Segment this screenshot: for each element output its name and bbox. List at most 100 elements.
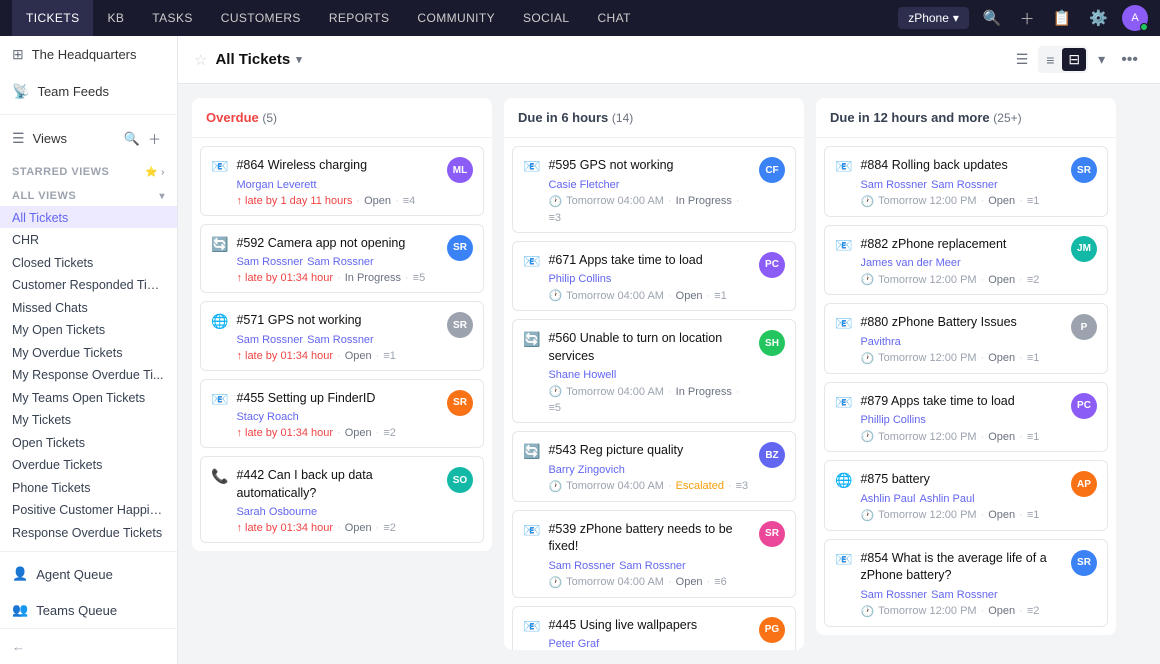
ticket-875-assignee1[interactable]: Ashlin Paul [860,493,915,505]
kanban-view-button[interactable]: ⊟ [1062,48,1086,71]
ticket-875-time: Tomorrow 12:00 PM [878,509,976,521]
ticket-864-icon: 📧 [211,158,228,175]
all-tickets-dropdown[interactable]: All Tickets ▾ [215,51,301,68]
ticket-560-assignee[interactable]: Shane Howell [548,369,616,381]
zphone-chevron: ▾ [953,11,959,25]
ticket-543[interactable]: 🔄 #543 Reg picture quality Barry Zingovi… [512,431,796,502]
sidebar-teams-queue[interactable]: 👥 Teams Queue [0,592,177,628]
ticket-571-assignee1[interactable]: Sam Rossner [236,334,303,346]
ticket-854-assignee2[interactable]: Sam Rossner [931,589,998,601]
ticket-875[interactable]: 🌐 #875 battery Ashlin Paul Ashlin Paul 🕐… [824,460,1108,531]
due12-cards: 📧 #884 Rolling back updates Sam Rossner … [816,138,1116,635]
all-views-chevron[interactable]: ▾ [159,191,165,202]
ticket-884-assignee1[interactable]: Sam Rossner [860,179,927,191]
ticket-571-assignee2[interactable]: Sam Rossner [307,334,374,346]
ticket-884-assignee2[interactable]: Sam Rossner [931,179,998,191]
nav-tab-reports[interactable]: REPORTS [315,0,404,36]
sidebar-team-feeds[interactable]: 📡 Team Feeds [0,73,177,110]
sidebar-item-all-tickets[interactable]: All Tickets [0,206,177,228]
sidebar-item-my-overdue-tickets[interactable]: My Overdue Tickets [0,341,177,363]
ticket-880[interactable]: 📧 #880 zPhone Battery Issues Pavithra 🕐 … [824,303,1108,374]
ticket-445[interactable]: 📧 #445 Using live wallpapers Peter Graf … [512,606,796,651]
column-due12: Due in 12 hours and more (25+) 📧 #884 Ro… [816,98,1116,635]
ticket-455-assignee[interactable]: Stacy Roach [236,411,298,423]
list-view-button[interactable]: ☰ [1012,47,1033,72]
search-button[interactable]: 🔍 [979,5,1006,31]
ticket-539-title: #539 zPhone battery needs to be fixed! [548,521,751,556]
add-view-button[interactable]: ＋ [144,127,165,150]
ticket-671-assignee[interactable]: Philip Collins [548,273,611,285]
ticket-854-assignee1[interactable]: Sam Rossner [860,589,927,601]
ticket-854[interactable]: 📧 #854 What is the average life of a zPh… [824,539,1108,627]
view-options-button[interactable]: ▾ [1094,47,1109,72]
star-button[interactable]: ☆ [194,51,207,69]
ticket-571[interactable]: 🌐 #571 GPS not working Sam Rossner Sam R… [200,301,484,371]
ticket-455[interactable]: 📧 #455 Setting up FinderID Stacy Roach ↑… [200,379,484,449]
ticket-671-title: #671 Apps take time to load [548,252,751,270]
nav-tab-customers[interactable]: CUSTOMERS [207,0,315,36]
settings-button[interactable]: ⚙️ [1085,5,1112,31]
nav-tab-kb[interactable]: KB [93,0,138,36]
sidebar-headquarters[interactable]: ⊞ The Headquarters [0,36,177,73]
ticket-592-assignee2[interactable]: Sam Rossner [307,256,374,268]
ticket-864-count: ≡4 [403,195,416,207]
nav-tab-chat[interactable]: CHAT [583,0,644,36]
avatar[interactable]: A [1122,5,1148,31]
ticket-671-avatar: PC [759,252,785,278]
ticket-882[interactable]: 📧 #882 zPhone replacement James van der … [824,225,1108,296]
ticket-879-assignee[interactable]: Phillip Collins [860,414,925,426]
ticket-592-assignee1[interactable]: Sam Rossner [236,256,303,268]
ticket-455-status: Open [345,427,372,439]
ticket-884[interactable]: 📧 #884 Rolling back updates Sam Rossner … [824,146,1108,217]
ticket-442-assignee[interactable]: Sarah Osbourne [236,506,317,518]
sidebar-item-positive-customer[interactable]: Positive Customer Happin... [0,498,177,520]
search-views-button[interactable]: 🔍 [120,129,144,149]
ticket-879[interactable]: 📧 #879 Apps take time to load Phillip Co… [824,382,1108,453]
nav-tab-community[interactable]: COMMUNITY [403,0,509,36]
ticket-539-assignee2[interactable]: Sam Rossner [619,560,686,572]
ticket-592[interactable]: 🔄 #592 Camera app not opening Sam Rossne… [200,224,484,294]
team-feeds-label: Team Feeds [37,84,109,99]
ticket-595-assignee[interactable]: Casie Fletcher [548,179,619,191]
sidebar-item-open-tickets[interactable]: Open Tickets [0,431,177,453]
nav-right: zPhone ▾ 🔍 ＋ 📋 ⚙️ A [898,4,1148,33]
ticket-882-assignee[interactable]: James van der Meer [860,257,960,269]
sidebar-item-phone-tickets[interactable]: Phone Tickets [0,476,177,498]
ticket-671[interactable]: 📧 #671 Apps take time to load Philip Col… [512,241,796,312]
ticket-864[interactable]: 📧 #864 Wireless charging Morgan Leverett… [200,146,484,216]
nav-tab-tasks[interactable]: TASKS [138,0,206,36]
ticket-595[interactable]: 📧 #595 GPS not working Casie Fletcher 🕐 … [512,146,796,233]
table-view-button[interactable]: ≡ [1040,49,1060,71]
ticket-539[interactable]: 📧 #539 zPhone battery needs to be fixed!… [512,510,796,598]
ticket-560[interactable]: 🔄 #560 Unable to turn on location servic… [512,319,796,423]
sidebar-item-response-overdue[interactable]: Response Overdue Tickets [0,521,177,543]
sidebar-item-my-response-overdue[interactable]: My Response Overdue Ti... [0,363,177,385]
sidebar-item-overdue-tickets[interactable]: Overdue Tickets [0,453,177,475]
sidebar-item-my-tickets[interactable]: My Tickets [0,408,177,430]
starred-chevron[interactable]: ⭐ › [145,167,165,178]
sidebar-item-chr[interactable]: CHR [0,228,177,250]
agent-queue-label: Agent Queue [36,567,113,582]
sidebar-collapse-button[interactable]: ← [0,628,177,664]
sidebar-item-my-open-tickets[interactable]: My Open Tickets [0,318,177,340]
ticket-875-assignee2[interactable]: Ashlin Paul [919,493,974,505]
nav-tab-social[interactable]: SOCIAL [509,0,583,36]
nav-tab-tickets[interactable]: TICKETS [12,0,93,36]
more-options-button[interactable]: ••• [1115,49,1144,71]
sidebar-item-missed-chats[interactable]: Missed Chats [0,296,177,318]
ticket-543-assignee[interactable]: Barry Zingovich [548,464,624,476]
ticket-882-title: #882 zPhone replacement [860,236,1063,254]
ticket-880-assignee[interactable]: Pavithra [860,336,900,348]
sidebar-item-closed-tickets[interactable]: Closed Tickets [0,251,177,273]
ticket-539-assignee1[interactable]: Sam Rossner [548,560,615,572]
add-button[interactable]: ＋ [1016,4,1039,33]
sidebar-item-customer-responded[interactable]: Customer Responded Tick... [0,273,177,295]
zphone-button[interactable]: zPhone ▾ [898,7,969,29]
ticket-864-assignee[interactable]: Morgan Leverett [236,179,316,191]
sidebar-item-my-teams-open[interactable]: My Teams Open Tickets [0,386,177,408]
compose-button[interactable]: 📋 [1049,5,1076,31]
sidebar-agent-queue[interactable]: 👤 Agent Queue [0,556,177,592]
ticket-445-icon: 📧 [523,618,540,635]
ticket-445-assignee[interactable]: Peter Graf [548,638,599,650]
ticket-442[interactable]: 📞 #442 Can I back up data automatically?… [200,456,484,543]
